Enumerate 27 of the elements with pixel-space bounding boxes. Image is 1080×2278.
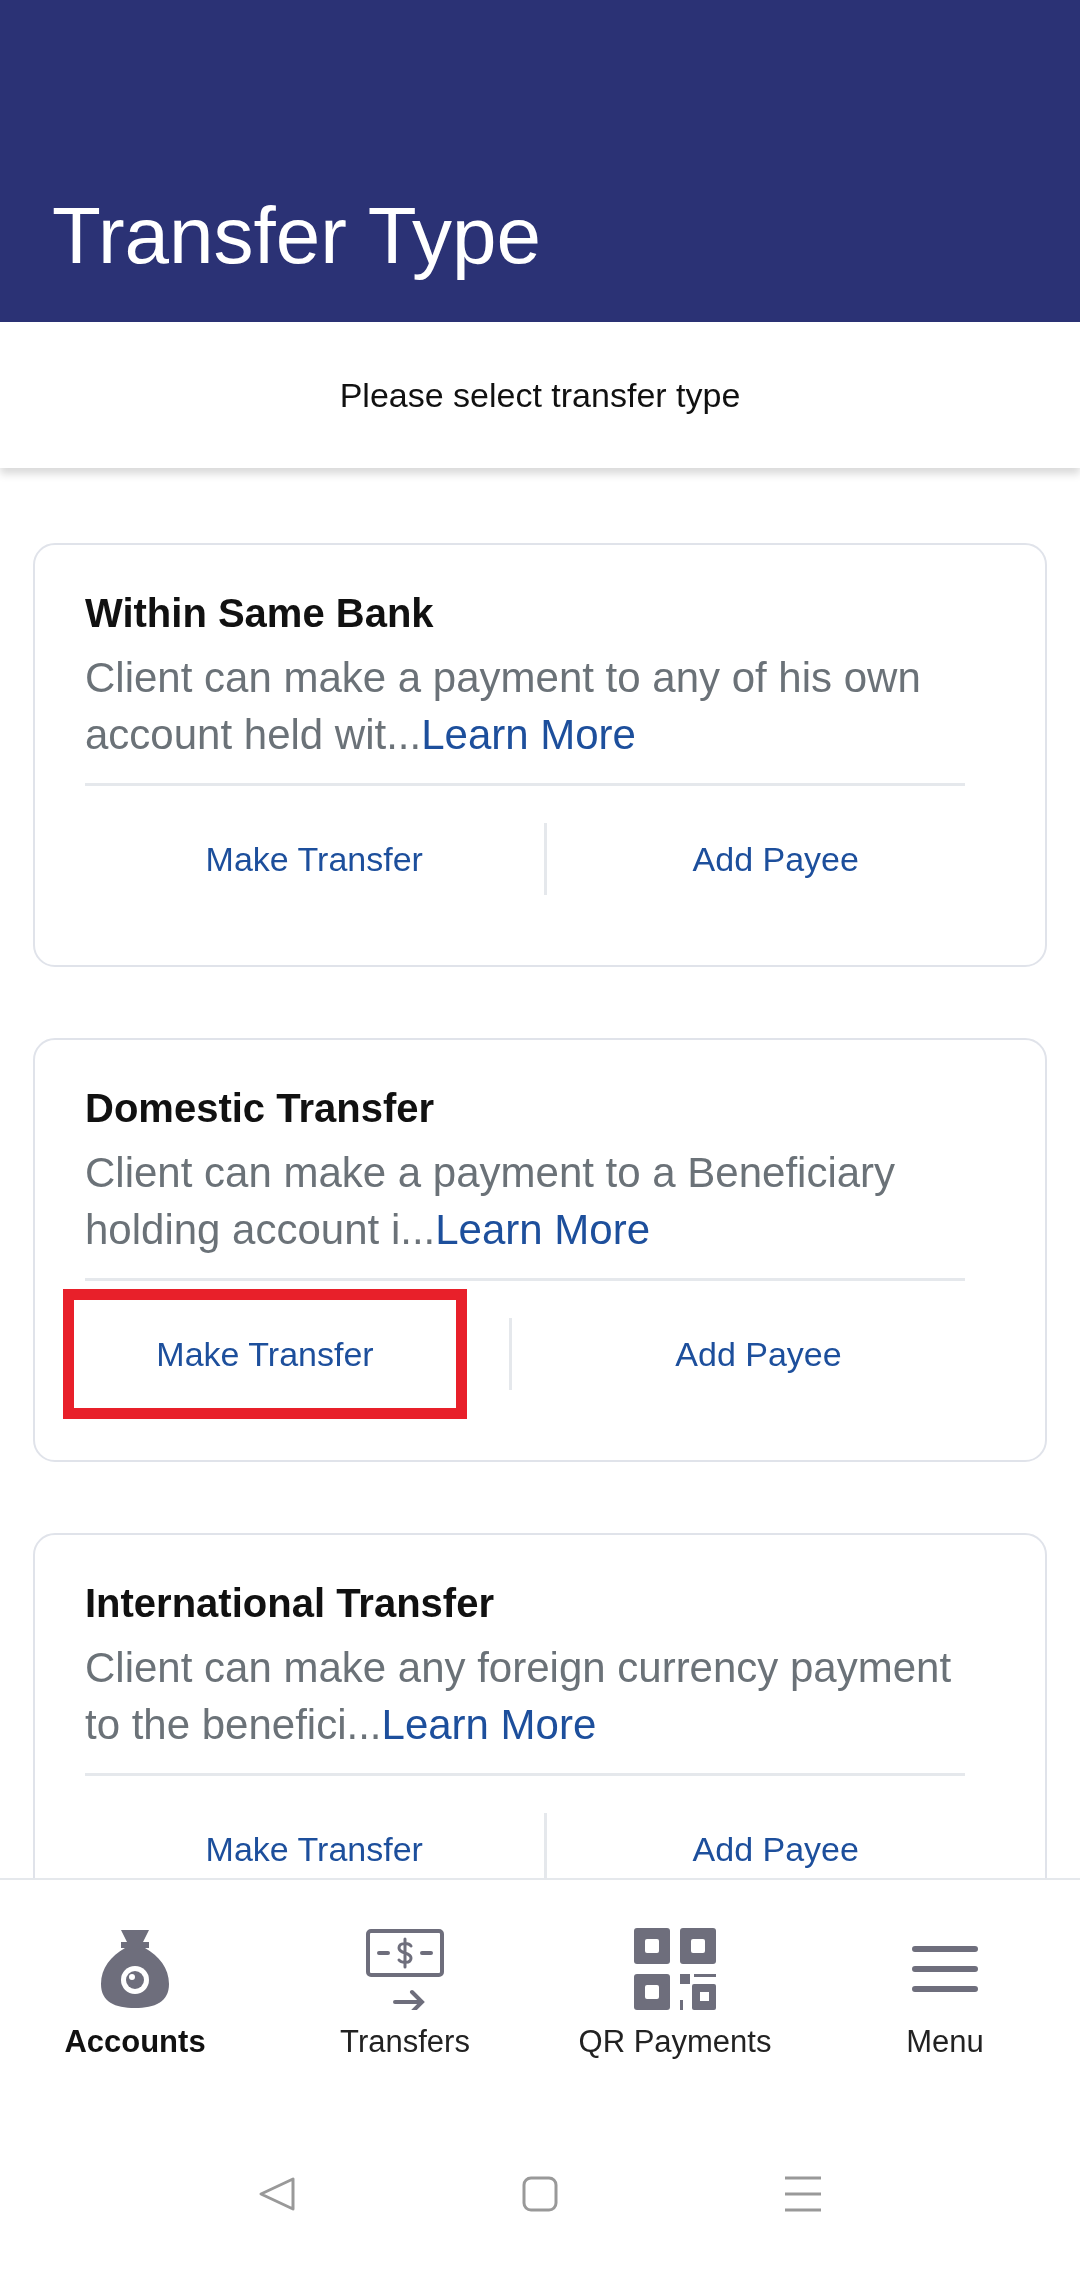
card-title: Within Same Bank [85, 590, 435, 637]
add-payee-button[interactable]: Add Payee [546, 786, 1005, 932]
bill-arrow-icon [365, 1928, 445, 2010]
qr-code-icon [634, 1928, 716, 2010]
learn-more-link[interactable]: Learn More [435, 1206, 650, 1253]
make-transfer-button[interactable]: Make Transfer [85, 1776, 544, 1878]
home-icon[interactable] [522, 2176, 558, 2212]
learn-more-link[interactable]: Learn More [381, 1701, 597, 1748]
money-bag-icon [99, 1928, 171, 2010]
nav-tab[interactable]: Menu [810, 1880, 1080, 2130]
instruction-text: Please select transfer type [339, 375, 741, 415]
add-payee-button[interactable]: Add Payee [512, 1281, 1005, 1427]
learn-more-link[interactable]: Learn More [421, 711, 636, 758]
make-transfer-button[interactable]: Make Transfer [85, 786, 544, 932]
nav-tab[interactable]: Accounts [0, 1880, 270, 2130]
card-description: Client can make any foreign currency payment to the benefici...Learn More [85, 1639, 965, 1776]
make-transfer-button[interactable]: Make Transfer [63, 1289, 467, 1419]
card-description: Client can make a payment to a Beneficiary holding account i...Learn More [85, 1144, 965, 1281]
card-description: Client can make a payment to any of his own account held wit...Learn More [85, 649, 965, 786]
nav-tab[interactable]: QR Payments [540, 1880, 810, 2130]
card-title: Domestic Transfer [85, 1085, 436, 1132]
add-payee-button[interactable]: Add Payee [546, 1776, 1005, 1878]
nav-tab[interactable]: Transfers [270, 1880, 540, 2130]
menu-icon[interactable] [784, 2176, 822, 2212]
page-title: Transfer Type [52, 190, 542, 282]
card-title: International Transfer [85, 1580, 495, 1627]
back-icon[interactable] [258, 2176, 296, 2212]
